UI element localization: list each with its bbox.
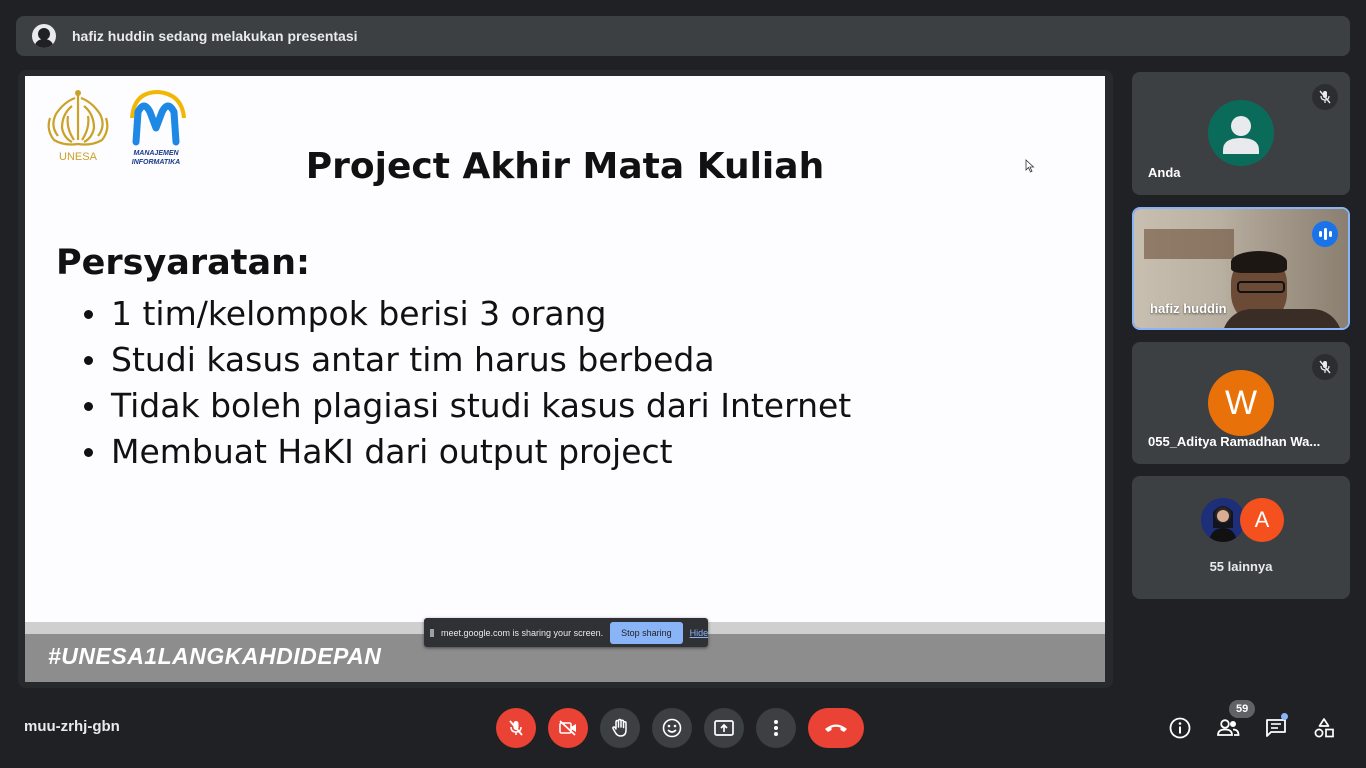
info-icon: [1169, 717, 1191, 739]
list-item: 1 tim/kelompok berisi 3 orang: [84, 291, 851, 337]
slide-title: Project Akhir Mata Kuliah: [305, 146, 825, 187]
list-item-text: Membuat HaKI dari output project: [111, 432, 673, 471]
present-screen-icon: [714, 720, 734, 736]
reactions-button[interactable]: [652, 708, 692, 748]
participant-name: 055_Aditya Ramadhan Wa...: [1148, 434, 1321, 449]
activities-button[interactable]: [1312, 716, 1336, 740]
mic-off-icon: [1312, 84, 1338, 110]
mouse-cursor-icon: [1025, 159, 1035, 173]
banner-text: hafiz huddin sedang melakukan presentasi: [72, 28, 358, 44]
camera-off-icon: [559, 720, 576, 736]
meeting-details-button[interactable]: [1168, 716, 1192, 740]
participant-name: Anda: [1148, 165, 1181, 180]
stop-sharing-button[interactable]: Stop sharing: [610, 621, 683, 644]
requirements-heading: Persyaratan:: [56, 243, 311, 283]
meeting-code: muu-zrhj-gbn: [24, 718, 120, 735]
bullet-icon: [84, 309, 93, 319]
hide-link[interactable]: Hide: [690, 628, 709, 638]
video-person-glasses: [1237, 281, 1285, 293]
activities-shapes-icon: [1314, 718, 1334, 738]
chat-notification-dot: [1281, 713, 1288, 720]
share-status-text: meet.google.com is sharing your screen.: [441, 627, 604, 638]
emoji-icon: [662, 718, 682, 738]
mic-off-icon: [509, 720, 523, 736]
participants-button[interactable]: [1216, 716, 1240, 740]
bullet-icon: [84, 401, 93, 411]
participant-tile-you[interactable]: Anda: [1132, 72, 1350, 195]
footer-hashtag: #UNESA1LANGKAHDIDEPAN: [48, 643, 382, 669]
list-item: Studi kasus antar tim harus berbeda: [84, 337, 851, 383]
list-item-text: Tidak boleh plagiasi studi kasus dari In…: [111, 386, 852, 425]
bullet-icon: [84, 447, 93, 457]
drag-handle-icon[interactable]: [430, 628, 434, 637]
list-item: Membuat HaKI dari output project: [84, 429, 851, 475]
present-now-button[interactable]: [704, 708, 744, 748]
chat-icon: [1266, 719, 1286, 737]
video-person-body: [1222, 309, 1342, 328]
participant-tile-presenter[interactable]: hafiz huddin: [1132, 207, 1350, 330]
bullet-icon: [84, 355, 93, 365]
participant-tile-aditya[interactable]: W 055_Aditya Ramadhan Wa...: [1132, 342, 1350, 464]
requirements-list: 1 tim/kelompok berisi 3 orang Studi kasu…: [84, 291, 851, 475]
avatar: [1208, 100, 1274, 166]
avatar: [1201, 498, 1245, 542]
people-icon: [1217, 719, 1240, 736]
participant-count-badge: 59: [1229, 700, 1256, 718]
more-participants-label: 55 lainnya: [1209, 559, 1273, 574]
more-participants-tile[interactable]: A 55 lainnya: [1132, 476, 1350, 599]
hand-icon: [612, 718, 627, 737]
person-icon: [1223, 116, 1259, 154]
participant-name: hafiz huddin: [1150, 301, 1227, 316]
list-item-text: Studi kasus antar tim harus berbeda: [111, 340, 715, 379]
avatar: W: [1208, 370, 1274, 436]
microphone-toggle-button[interactable]: [496, 708, 536, 748]
more-options-button[interactable]: [756, 708, 796, 748]
speaking-indicator-icon: [1312, 221, 1338, 247]
mic-off-icon: [1312, 354, 1338, 380]
hang-up-icon: [825, 724, 847, 732]
list-item-text: 1 tim/kelompok berisi 3 orang: [111, 294, 607, 333]
raise-hand-button[interactable]: [600, 708, 640, 748]
list-item: Tidak boleh plagiasi studi kasus dari In…: [84, 383, 851, 429]
video-person-hair: [1231, 251, 1287, 273]
video-background-shelf: [1144, 229, 1234, 259]
camera-toggle-button[interactable]: [548, 708, 588, 748]
presenter-avatar: [32, 24, 56, 48]
leave-call-button[interactable]: [808, 708, 864, 748]
presentation-banner: hafiz huddin sedang melakukan presentasi: [16, 16, 1350, 56]
more-vert-icon: [774, 720, 778, 736]
avatar: A: [1240, 498, 1284, 542]
screen-share-bar[interactable]: meet.google.com is sharing your screen. …: [424, 618, 708, 647]
